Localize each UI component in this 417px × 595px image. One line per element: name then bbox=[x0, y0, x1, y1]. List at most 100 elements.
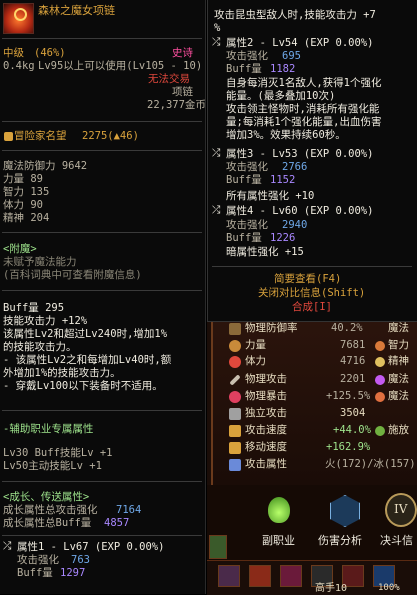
item-grade: 中级 bbox=[3, 47, 24, 59]
spirit-icon bbox=[375, 357, 385, 367]
quick-slot[interactable] bbox=[218, 565, 240, 587]
enchant-line-1: 未赋予魔法能力 bbox=[3, 256, 77, 268]
item-weight: 0.4kg bbox=[3, 60, 35, 72]
close-compare-link[interactable]: 关闭对比信息(Shift) bbox=[258, 287, 365, 300]
sub-job-label: 副职业 bbox=[262, 534, 295, 547]
stat-value: +44.0% bbox=[333, 424, 371, 436]
buff-line: - 该属性Lv2之和每增加Lv40时,额 bbox=[3, 354, 172, 366]
attr2-atk: 695 bbox=[282, 50, 301, 62]
quick-slot[interactable] bbox=[280, 565, 302, 587]
sword-icon bbox=[229, 374, 241, 386]
damage-analysis-button[interactable] bbox=[322, 493, 366, 537]
stat-value: 4716 bbox=[340, 355, 366, 367]
growth-total-buff-label: 成长属性总Buff量 bbox=[3, 517, 92, 529]
stat-row: 移动速度 +162.9% bbox=[213, 439, 417, 456]
duel-badge-text: IV bbox=[394, 502, 408, 516]
potion-icon bbox=[268, 497, 290, 523]
attr4-buff: 1226 bbox=[270, 232, 296, 244]
attr4-atk: 2940 bbox=[282, 219, 308, 231]
stat-label: 独立攻击 bbox=[245, 407, 287, 419]
attr4-buff-label: Buff量 bbox=[226, 232, 262, 244]
stat-label: 攻击速度 bbox=[245, 424, 287, 436]
attr2-buff: 1182 bbox=[270, 63, 296, 75]
item-tooltip: 森林之魔女项链 中级 (46%) 史诗 0.4kg Lv95以上可以使用(Lv1… bbox=[0, 0, 206, 594]
growth-total-atk-label: 成长属性总攻击强化 bbox=[3, 504, 98, 516]
shield-icon bbox=[229, 323, 241, 335]
stat-label: 物理暴击 bbox=[245, 390, 287, 402]
aux-line: Lv50主动技能Lv +1 bbox=[3, 460, 102, 472]
quick-slot[interactable] bbox=[249, 565, 271, 587]
attr2-desc: 增加3%。效果持续60秒。 bbox=[226, 129, 346, 141]
sub-job-button[interactable] bbox=[258, 493, 302, 537]
attr2-title: 属性2 - Lv54 (EXP 0.00%) bbox=[226, 37, 374, 49]
attr2-buff-label: Buff量 bbox=[226, 63, 262, 75]
fame-icon bbox=[4, 132, 13, 141]
stat-value: 7681 bbox=[340, 339, 366, 351]
stat-vit: 体力 90 bbox=[3, 199, 43, 211]
move-speed-icon bbox=[229, 442, 241, 454]
item-rarity: 史诗 bbox=[172, 47, 193, 59]
buff-line: 外增加1%的技能攻击力。 bbox=[3, 367, 121, 379]
stat-label-right: 魔法 bbox=[388, 373, 409, 385]
magic-crit-icon bbox=[375, 392, 385, 402]
stat-label-right: 施放 bbox=[388, 424, 409, 436]
stat-label-right: 智力 bbox=[388, 339, 409, 351]
item-level-req: Lv95以上可以使用(Lv105 - 10) bbox=[38, 60, 203, 72]
attr4-atk-label: 攻击强化 bbox=[226, 219, 268, 231]
attr1-buff: 1297 bbox=[60, 567, 86, 579]
attr4-title: 属性4 - Lv60 (EXP 0.00%) bbox=[226, 205, 374, 217]
enchant-title: <附魔> bbox=[3, 243, 37, 255]
side-slot[interactable] bbox=[209, 535, 227, 559]
stat-value: 火(172)/冰(157) bbox=[325, 458, 416, 470]
item-tooltip-continued: 攻击昆虫型敌人时,技能攻击力 +7 % ⤮ 属性2 - Lv54 (EXP 0.… bbox=[207, 0, 417, 322]
hotbar-label: 高手10 bbox=[315, 583, 348, 594]
intelligence-icon bbox=[375, 341, 385, 351]
strength-icon bbox=[229, 340, 241, 352]
stat-label-right: 魔法 bbox=[388, 322, 409, 334]
stat-value: 2201 bbox=[340, 373, 366, 385]
stat-label-right: 精神 bbox=[388, 355, 409, 367]
stat-str: 力量 89 bbox=[3, 173, 43, 185]
stat-row: 物理防御率 40.2% 魔法 bbox=[213, 320, 417, 337]
enchant-line-2: (百科词典中可查看附魔信息) bbox=[3, 269, 142, 281]
attr2-desc: 攻击领主怪物时,消耗所有强化能 bbox=[226, 103, 380, 115]
independent-attack-icon bbox=[229, 408, 241, 420]
stat-value: +162.9% bbox=[326, 441, 371, 453]
stat-label: 体力 bbox=[245, 355, 266, 367]
brief-view-link[interactable]: 简要查看(F4) bbox=[274, 273, 341, 286]
stat-label: 攻击属性 bbox=[245, 458, 287, 470]
aux-title: -辅助职业专属属性 bbox=[3, 423, 94, 435]
stat-label-right: 魔法 bbox=[388, 390, 409, 402]
stat-label: 物理防御率 bbox=[245, 322, 298, 334]
attr3-buff: 1152 bbox=[270, 174, 296, 186]
insect-bonus-line: % bbox=[214, 22, 221, 34]
item-price: 22,377金币 bbox=[147, 99, 206, 111]
cast-speed-icon bbox=[375, 426, 385, 436]
hexagon-icon bbox=[330, 495, 360, 527]
attr1-atk-label: 攻击强化 bbox=[17, 554, 59, 566]
stat-value: 3504 bbox=[340, 407, 366, 419]
magic-defense: 魔法防御力 9642 bbox=[3, 160, 88, 172]
item-trade-status: 无法交易 bbox=[148, 73, 190, 85]
buff-line: 的技能攻击力。 bbox=[3, 341, 77, 353]
buff-line: - 穿戴Lv100以下装备时不适用。 bbox=[3, 380, 163, 392]
stat-row: 物理暴击 +125.5% 魔法 bbox=[213, 388, 417, 405]
vitality-icon bbox=[229, 356, 241, 368]
crit-icon bbox=[229, 391, 241, 403]
growth-total-buff: 4857 bbox=[104, 517, 130, 529]
fame-value: 2275(▲46) bbox=[82, 130, 139, 142]
item-grade-pct: (46%) bbox=[34, 47, 66, 59]
attr1-title: 属性1 - Lv67 (EXP 0.00%) bbox=[17, 541, 165, 553]
stat-row: 攻击速度 +44.0% 施放 bbox=[213, 422, 417, 439]
attr2-atk-label: 攻击强化 bbox=[226, 50, 268, 62]
item-name: 森林之魔女项链 bbox=[38, 4, 115, 17]
stat-row: 体力 4716 精神 bbox=[213, 353, 417, 370]
attr3-buff-label: Buff量 bbox=[226, 174, 262, 186]
stat-row: 攻击属性 火(172)/冰(157) bbox=[213, 456, 417, 473]
buff-line: 该属性Lv2和超过Lv240时,增加1% bbox=[3, 328, 168, 340]
duel-info-button[interactable]: IV bbox=[385, 493, 417, 537]
element-icon bbox=[229, 459, 241, 471]
combine-link[interactable]: 合成[I] bbox=[292, 301, 332, 314]
duel-info-label: 决斗信 bbox=[380, 534, 413, 547]
stat-value: 40.2% bbox=[331, 322, 363, 334]
